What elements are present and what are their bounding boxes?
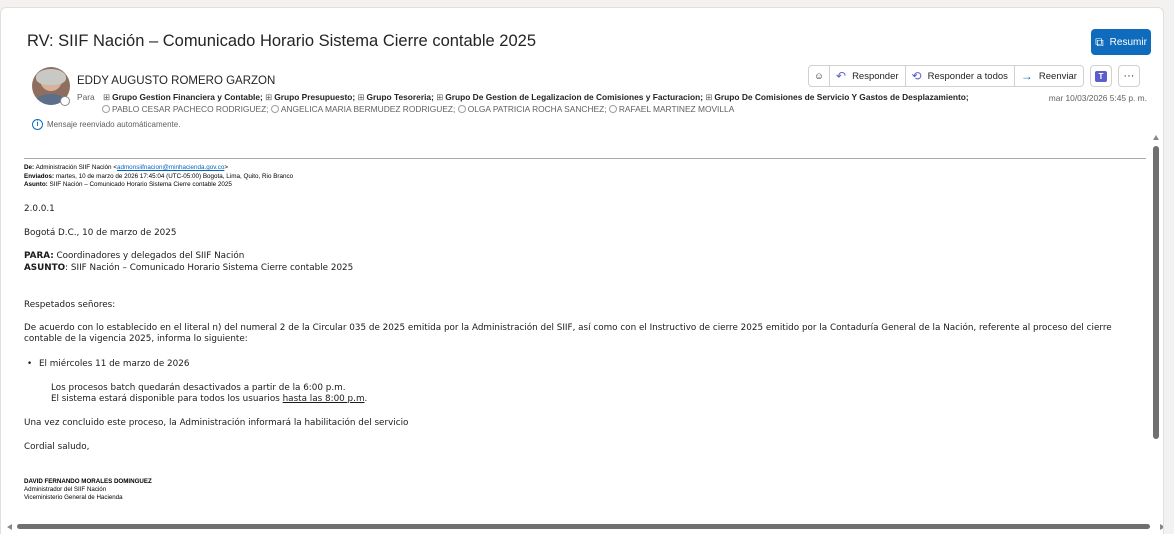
reply-button[interactable]: ↶ Responder — [829, 65, 906, 87]
horizontal-scrollbar[interactable] — [7, 524, 1163, 531]
code-line: 2.0.0.1 — [24, 204, 55, 214]
reply-all-icon: ⟲ — [911, 69, 922, 83]
reaction-button[interactable]: ☺ — [808, 65, 830, 87]
availability-line: El sistema estará disponible para todos … — [51, 394, 368, 404]
greeting: Respetados señores: — [24, 300, 116, 310]
teams-icon: T — [1094, 70, 1107, 82]
scroll-right-icon[interactable] — [1160, 524, 1163, 530]
summarize-button[interactable]: ⧉ Resumir — [1091, 29, 1151, 55]
message-subject: RV: SIIF Nación – Comunicado Horario Sis… — [27, 32, 536, 50]
recipient-group[interactable]: ⊞ Grupo De Gestion de Legalizacion de Com… — [436, 92, 703, 102]
recipient-group[interactable]: ⊞ Grupo Tesoreria; — [358, 92, 434, 102]
divider — [24, 158, 1146, 159]
reply-icon: ↶ — [836, 69, 847, 83]
recipients-line: Para ⊞ Grupo Gestion Financiera y Contabl… — [77, 92, 969, 103]
reply-label: Responder — [852, 70, 899, 82]
message-reading-pane: RV: SIIF Nación – Comunicado Horario Sis… — [0, 7, 1164, 534]
presence-status-icon — [60, 96, 70, 106]
vertical-scrollbar[interactable] — [1153, 135, 1160, 534]
more-icon: ··· — [1123, 70, 1135, 82]
regards: Cordial saludo, — [24, 442, 90, 452]
recipient-person[interactable]: PABLO CESAR PACHECO RODRIGUEZ; — [102, 104, 269, 114]
scroll-left-icon[interactable] — [7, 524, 12, 530]
received-date: mar 10/03/2026 5:45 p. m. — [1048, 93, 1147, 103]
closing-note: Una vez concluido este proceso, la Admin… — [24, 418, 409, 428]
scroll-up-icon[interactable] — [1153, 135, 1159, 140]
recipient-person[interactable]: ANGELICA MARIA BERMUDEZ RODRIGUEZ; — [270, 104, 455, 114]
recipient-person[interactable]: OLGA PATRICIA ROCHA SANCHEZ; — [457, 104, 607, 114]
forward-icon: → — [1020, 69, 1033, 83]
batch-line: Los procesos batch quedarán desactivados… — [51, 383, 346, 393]
bullet-item: El miércoles 11 de marzo de 2026 — [27, 359, 189, 370]
sender-email-link[interactable]: admonsiifnacion@minhacienda.gov.co — [117, 164, 224, 171]
scroll-thumb[interactable] — [1153, 146, 1159, 439]
recipient-group[interactable]: ⊞ Grupo De Comisiones de Servicio Y Gasto… — [705, 92, 968, 102]
summarize-icon: ⧉ — [1095, 34, 1104, 49]
summarize-label: Resumir — [1109, 36, 1147, 48]
teams-button[interactable]: T — [1089, 65, 1112, 87]
para-line: PARA: Coordinadores y delegados del SIIF… — [24, 251, 245, 261]
to-label: Para — [77, 92, 95, 102]
signature-name: DAVID FERNANDO MORALES DOMINGUEZ — [24, 478, 152, 485]
forward-label: Reenviar — [1038, 70, 1077, 82]
recipients-line-2: PABLO CESAR PACHECO RODRIGUEZ; ANGELICA … — [102, 104, 734, 115]
hscroll-thumb[interactable] — [17, 524, 1150, 529]
signature-title: Administrador del SIIF Nación — [24, 486, 107, 493]
auto-forward-notice: i Mensaje reenviado automáticamente. — [32, 119, 180, 130]
more-actions-button[interactable]: ··· — [1117, 65, 1140, 87]
recipient-group[interactable]: ⊞ Grupo Presupuesto; — [265, 92, 355, 102]
message-actions-toolbar: ☺ ↶ Responder ⟲ Responder a todos → Reen… — [808, 65, 1140, 87]
reply-all-button[interactable]: ⟲ Responder a todos — [904, 65, 1015, 87]
forward-button[interactable]: → Reenviar — [1013, 65, 1084, 87]
place-date: Bogotá D.C., 10 de marzo de 2025 — [24, 228, 177, 238]
sender-name[interactable]: EDDY AUGUSTO ROMERO GARZON — [77, 75, 275, 87]
signature-org: Viceministerio General de Hacienda — [24, 494, 123, 501]
main-paragraph: De acuerdo con lo establecido en el lite… — [24, 323, 1112, 344]
emoji-icon: ☺ — [814, 70, 824, 82]
reply-all-label: Responder a todos — [927, 70, 1008, 82]
asunto-line: ASUNTO: SIIF Nación – Comunicado Horario… — [24, 263, 354, 273]
info-icon: i — [32, 119, 43, 130]
recipient-person[interactable]: RAFAEL MARTINEZ MOVILLA — [608, 104, 734, 114]
auto-forward-text: Mensaje reenviado automáticamente. — [47, 120, 181, 129]
forwarded-header: De: Administración SIIF Nación <admonsii… — [24, 164, 294, 188]
recipient-group[interactable]: ⊞ Grupo Gestion Financiera y Contable; — [103, 92, 263, 102]
